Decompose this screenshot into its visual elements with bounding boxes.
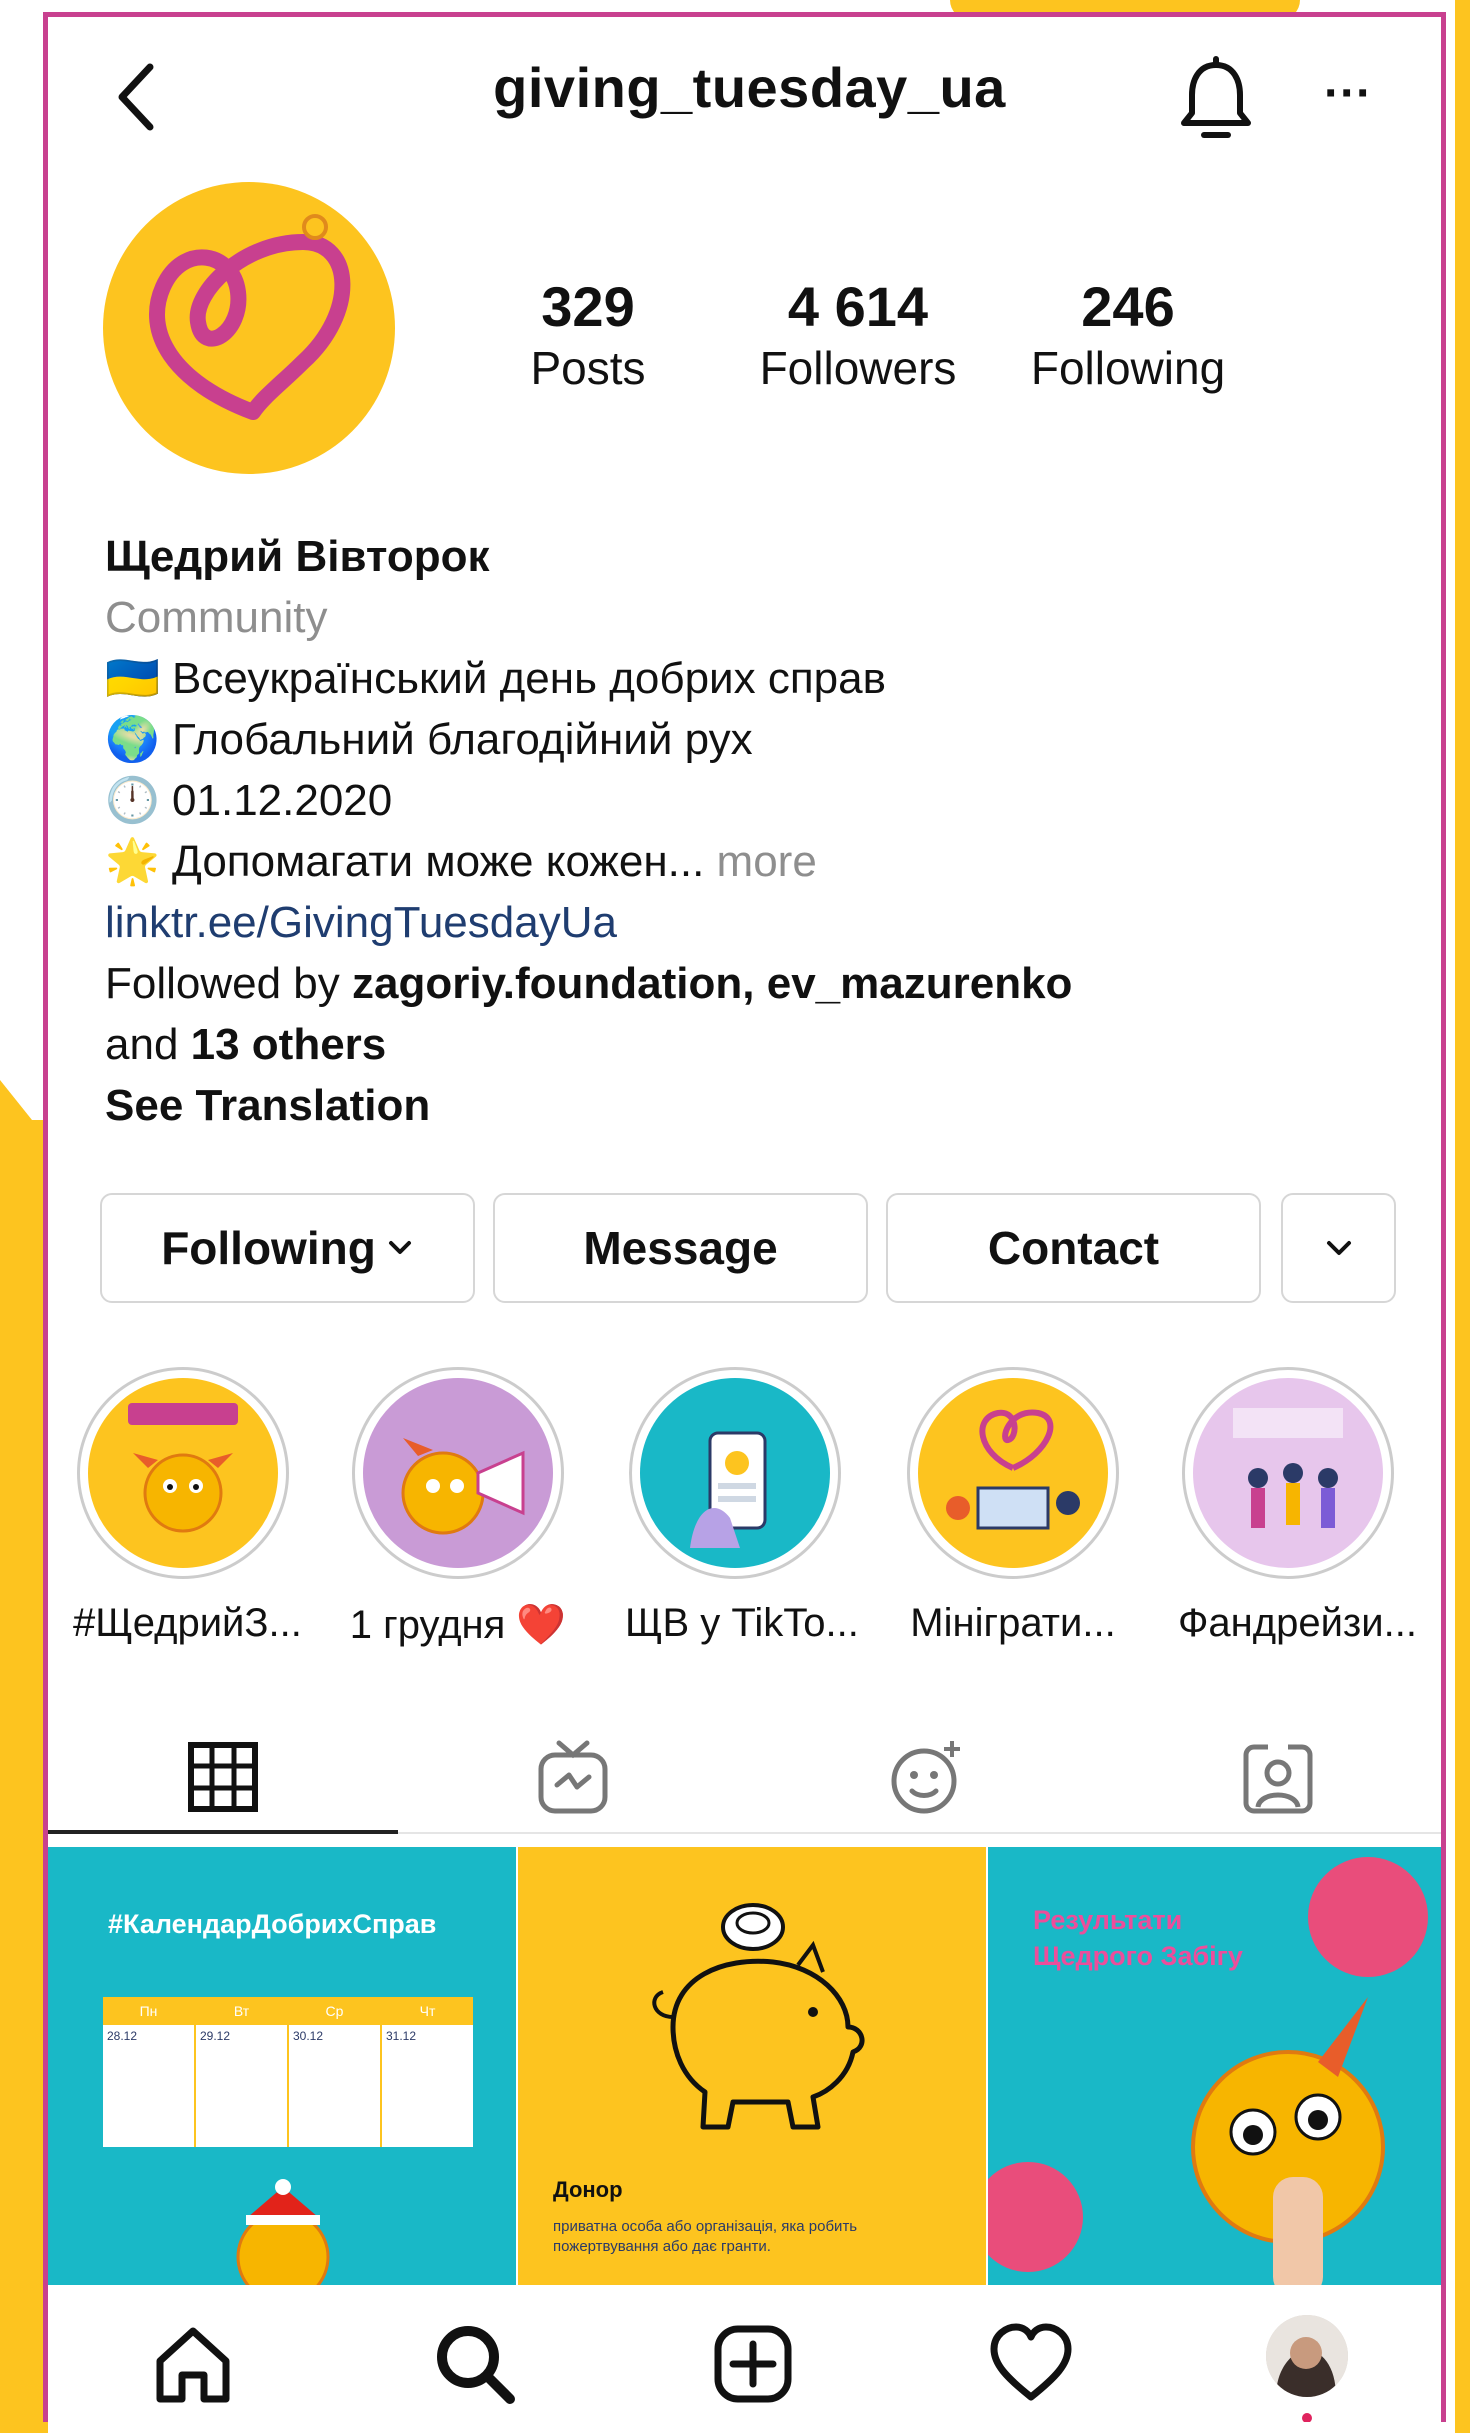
stat-value: 246 [1081, 275, 1175, 338]
effects-icon[interactable] [886, 1737, 966, 1817]
mascot-illustration [236, 2179, 330, 2297]
bio-line: 🇺🇦 Всеукраїнський день добрих справ [105, 654, 886, 703]
calendar-table: Пн 28.12 Вт 29.12 Ср 30.12 Чт 31.12 [103, 1997, 473, 2147]
profile-category: Community [105, 593, 328, 642]
post-caption: приватна особа або організація, яка роби… [553, 2218, 858, 2255]
avatar[interactable] [103, 182, 395, 474]
stat-value: 4 614 [787, 275, 929, 338]
profile-avatar-tab[interactable] [1266, 2315, 1348, 2397]
followed-by[interactable]: Followed by zagoriy.foundation, ev_mazur… [105, 956, 1072, 1012]
star-icon: 🌟 [105, 837, 160, 886]
following-button[interactable]: Following [100, 1193, 475, 1303]
search-icon[interactable] [430, 2319, 520, 2409]
story-highlight[interactable]: 1 грудня ❤️ [348, 1367, 568, 1648]
post-title: Донор [553, 2177, 623, 2202]
highlight-label: 1 грудня ❤️ [349, 1603, 567, 1647]
grid-icon[interactable] [183, 1737, 263, 1817]
story-highlight[interactable]: Мініграти... [903, 1367, 1123, 1646]
mascot-illustration [988, 1857, 1428, 2297]
igtv-icon[interactable] [533, 1737, 613, 1817]
notification-bell-icon[interactable] [1176, 55, 1256, 145]
chevron-down-icon [1326, 1241, 1351, 1255]
bio-line: 🌍 Глобальний благодійний рух [105, 715, 753, 764]
more-link[interactable]: more [717, 837, 817, 886]
highlight-cover-image [128, 1403, 238, 1533]
bio-website-link[interactable]: linktr.ee/GivingTuesdayUa [105, 895, 617, 951]
post-thumbnail[interactable]: Донор приватна особа або організація, як… [518, 1847, 986, 2297]
bio-line: 🕛 01.12.2020 [105, 776, 393, 825]
avatar [1266, 2315, 1348, 2397]
highlight-cover-image [946, 1409, 1080, 1530]
post-thumbnail[interactable]: Результати Щедрого Забігу [988, 1847, 1441, 2297]
stat-label: Posts [530, 342, 646, 394]
highlight-label: Мініграти... [910, 1601, 1116, 1645]
background-decoration [1455, 0, 1470, 2433]
tagged-icon[interactable] [1238, 1737, 1318, 1817]
highlight-cover-image [1233, 1408, 1343, 1528]
background-decoration [0, 1120, 48, 2433]
flag-icon: 🇺🇦 [105, 654, 160, 703]
chevron-down-icon [388, 1241, 411, 1254]
home-icon[interactable] [148, 2319, 238, 2409]
story-highlight[interactable]: ЩВ у TikTo... [625, 1367, 859, 1646]
suggested-accounts-button[interactable] [1281, 1193, 1396, 1303]
piggy-bank-illustration [652, 1903, 865, 2130]
followed-by-others[interactable]: and 13 others [105, 1017, 386, 1073]
profile-screen: giving_tuesday_ua ··· 329 Posts 4 614 Fo… [43, 12, 1446, 2422]
notification-dot [1302, 2413, 1312, 2422]
stat-followers[interactable]: 4 614 Followers [748, 275, 968, 397]
clock-icon: 🕛 [105, 776, 160, 825]
more-options-icon[interactable]: ··· [1313, 69, 1383, 119]
story-highlight[interactable]: Фандрейзи... [1178, 1367, 1417, 1646]
post-title: #КалендарДобрихСправ [108, 1909, 437, 1939]
contact-button[interactable]: Contact [886, 1193, 1261, 1303]
highlight-cover-image [401, 1438, 525, 1535]
heart-logo-icon [149, 214, 351, 420]
highlight-label: Фандрейзи... [1178, 1601, 1417, 1645]
tab-active-indicator [48, 1830, 398, 1834]
see-translation-link[interactable]: See Translation [105, 1078, 430, 1134]
globe-icon: 🌍 [105, 715, 160, 764]
stat-label: Followers [759, 342, 957, 394]
story-highlight[interactable]: #ЩедрийЗ... [73, 1367, 302, 1646]
stat-following[interactable]: 246 Following [1018, 275, 1238, 397]
message-button[interactable]: Message [493, 1193, 868, 1303]
stat-label: Following [1030, 342, 1226, 394]
bio-line: 🌟 Допомагати може кожен... more [105, 837, 817, 886]
stat-value: 329 [541, 275, 635, 338]
post-thumbnail[interactable]: #КалендарДобрихСправ Пн 28.12 Вт 29.12 Ср 3… [48, 1847, 516, 2297]
new-post-icon[interactable] [708, 2319, 798, 2409]
highlight-label: ЩВ у TikTo... [625, 1601, 859, 1645]
highlight-label: #ЩедрийЗ... [73, 1601, 302, 1645]
activity-heart-icon[interactable] [986, 2319, 1076, 2409]
highlight-cover-image [690, 1431, 767, 1548]
profile-display-name: Щедрий Вівторок [105, 532, 490, 581]
stat-posts[interactable]: 329 Posts [478, 275, 698, 397]
